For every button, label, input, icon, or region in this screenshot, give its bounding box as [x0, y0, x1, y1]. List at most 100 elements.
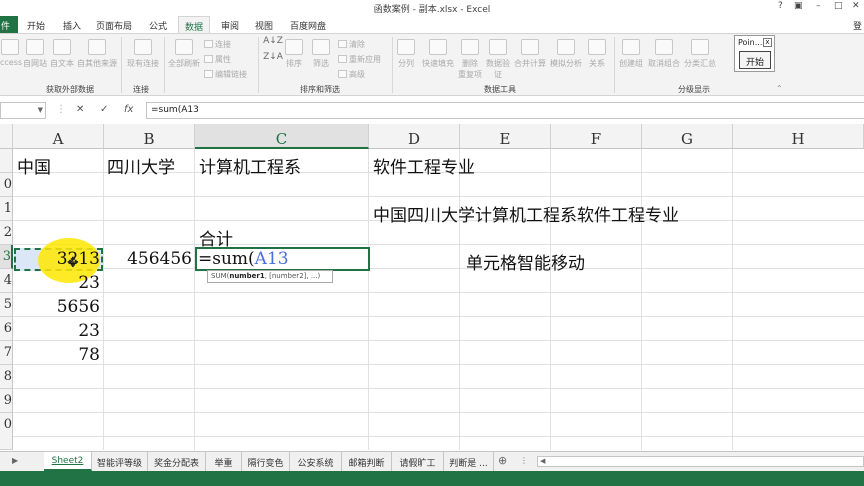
reapply-link[interactable]: 重新应用: [338, 54, 381, 65]
horizontal-scrollbar[interactable]: ◀: [537, 456, 864, 467]
row-header-9[interactable]: [0, 149, 13, 173]
start-button[interactable]: 开始: [739, 51, 771, 69]
cell-e13[interactable]: 单元格智能移动: [466, 247, 585, 274]
cell-a13[interactable]: 3213: [14, 247, 103, 271]
sheet-nav-next-icon[interactable]: ▶: [12, 456, 18, 465]
sheet-tab-weightlifting[interactable]: 举重: [206, 452, 242, 471]
row-header-13[interactable]: 3: [0, 245, 13, 269]
cell-b13[interactable]: 456456: [104, 247, 195, 271]
cancel-icon[interactable]: ✕: [76, 104, 84, 115]
properties-link[interactable]: 属性: [204, 54, 231, 65]
connections-link[interactable]: 连接: [204, 39, 231, 50]
column-header-h[interactable]: H: [733, 124, 864, 149]
close-button[interactable]: ✕: [852, 1, 860, 11]
help-icon[interactable]: ?: [778, 1, 783, 11]
what-if-button[interactable]: 模拟分析: [548, 39, 584, 69]
more-sheets-icon[interactable]: ⋮: [520, 456, 528, 465]
sheet-tab-bonus[interactable]: 奖金分配表: [148, 452, 206, 471]
from-access-button[interactable]: ccess: [0, 39, 22, 67]
row-header-19[interactable]: 9: [0, 389, 13, 413]
from-other-sources-button[interactable]: 自其他来源: [76, 39, 118, 69]
column-header-d[interactable]: D: [369, 124, 460, 149]
column-header-g[interactable]: G: [642, 124, 733, 149]
row-header-10[interactable]: 0: [0, 173, 13, 197]
formula-input[interactable]: =sum(A13: [146, 102, 864, 119]
select-all-corner[interactable]: [0, 124, 13, 149]
tab-formulas[interactable]: 公式: [144, 16, 172, 33]
sheet-tab-row-color[interactable]: 隔行变色: [242, 452, 290, 471]
popup-close-icon[interactable]: x: [763, 38, 772, 47]
chevron-down-icon[interactable]: ▼: [38, 106, 43, 114]
cell-a14[interactable]: 23: [14, 271, 103, 295]
scroll-left-icon[interactable]: ◀: [540, 457, 545, 465]
cell-c13[interactable]: =sum(A13: [198, 247, 289, 271]
subtotal-button[interactable]: 分类汇总: [682, 39, 718, 69]
row-header-16[interactable]: 6: [0, 317, 13, 341]
column-header-e[interactable]: E: [460, 124, 551, 149]
cell-a9[interactable]: 中国: [17, 151, 51, 178]
maximize-button[interactable]: □: [834, 1, 843, 11]
from-web-button[interactable]: 自网站: [22, 39, 48, 69]
tab-baidu-netdisk[interactable]: 百度网盘: [286, 16, 330, 33]
cell-c9[interactable]: 计算机工程系: [199, 151, 301, 178]
tab-insert[interactable]: 插入: [58, 16, 86, 33]
sheet-tab-police[interactable]: 公安系统: [290, 452, 342, 471]
filter-button[interactable]: 筛选: [308, 39, 334, 69]
group-button[interactable]: 创建组: [616, 39, 646, 69]
cell-c12[interactable]: 合计: [199, 223, 233, 250]
tooltip-arg1[interactable]: number1: [229, 272, 264, 280]
column-header-c[interactable]: C: [195, 124, 369, 149]
tab-page-layout[interactable]: 页面布局: [94, 16, 134, 33]
enter-icon[interactable]: ✓: [100, 104, 108, 115]
remove-duplicates-button[interactable]: 删除 重复项: [456, 39, 484, 80]
advanced-filter-link[interactable]: 高级: [338, 69, 365, 80]
clear-filter-link[interactable]: 清除: [338, 39, 365, 50]
existing-connections-button[interactable]: 现有连接: [124, 39, 162, 69]
sheet-tab-grade[interactable]: 智能评等级: [92, 452, 148, 471]
minimize-button[interactable]: –: [816, 1, 821, 11]
data-validation-button[interactable]: 数据验 证: [484, 39, 512, 80]
text-to-columns-button[interactable]: 分列: [394, 39, 418, 69]
row-header-15[interactable]: 5: [0, 293, 13, 317]
sheet-tab-judge[interactable]: 判断是 ...: [444, 452, 494, 471]
tab-home[interactable]: 开始: [22, 16, 50, 33]
tab-view[interactable]: 视图: [250, 16, 278, 33]
tab-data[interactable]: 数据: [178, 16, 210, 33]
refresh-all-button[interactable]: 全部刷新: [166, 39, 202, 69]
cell-a16[interactable]: 23: [14, 319, 103, 343]
cell-b9[interactable]: 四川大学: [107, 151, 175, 178]
cell-a15[interactable]: 5656: [14, 295, 103, 319]
file-tab[interactable]: 件: [0, 16, 18, 33]
row-header-17[interactable]: 7: [0, 341, 13, 365]
from-text-button[interactable]: 自文本: [49, 39, 75, 69]
insert-function-icon[interactable]: fx: [124, 104, 133, 115]
sort-az-button[interactable]: A↓Z: [262, 36, 284, 46]
cell-d9[interactable]: 软件工程专业: [373, 151, 475, 178]
column-header-f[interactable]: F: [551, 124, 642, 149]
ribbon-display-icon[interactable]: ▣: [794, 1, 803, 11]
collapse-ribbon-icon[interactable]: ⌃: [776, 84, 783, 93]
sheet-tab-leave[interactable]: 请假旷工: [392, 452, 444, 471]
edit-links-link[interactable]: 编辑链接: [204, 69, 247, 80]
name-box[interactable]: ▼: [0, 102, 46, 119]
row-header-14[interactable]: 4: [0, 269, 13, 293]
sheet-tab-email[interactable]: 邮箱判断: [342, 452, 392, 471]
column-header-a[interactable]: A: [13, 124, 104, 149]
function-tooltip[interactable]: SUM(number1, [number2], ...): [207, 270, 333, 283]
row-header-12[interactable]: 2: [0, 221, 13, 245]
ungroup-button[interactable]: 取消组合: [646, 39, 682, 69]
row-header-11[interactable]: 1: [0, 197, 13, 221]
row-header-18[interactable]: 8: [0, 365, 13, 389]
row-header-20[interactable]: 0: [0, 413, 13, 450]
add-sheet-icon[interactable]: ⊕: [498, 454, 507, 467]
relationships-button[interactable]: 关系: [585, 39, 609, 69]
sort-za-button[interactable]: Z↓A: [262, 52, 284, 62]
flash-fill-button[interactable]: 快速填充: [420, 39, 456, 69]
tab-review[interactable]: 审阅: [216, 16, 244, 33]
column-header-b[interactable]: B: [104, 124, 195, 149]
cell-a17[interactable]: 78: [14, 343, 103, 367]
consolidate-button[interactable]: 合并计算: [512, 39, 548, 69]
sheet-tab-sheet2[interactable]: Sheet2: [44, 452, 92, 471]
cell-d11[interactable]: 中国四川大学计算机工程系软件工程专业: [373, 199, 679, 226]
sort-button[interactable]: 排序: [282, 39, 306, 69]
